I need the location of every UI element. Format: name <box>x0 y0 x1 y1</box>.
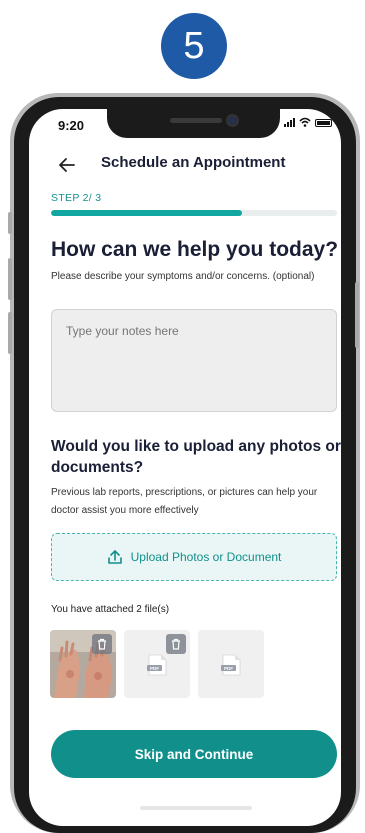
progress-bar <box>51 210 337 216</box>
step-number-badge: 5 <box>161 13 227 79</box>
phone-volume-down <box>8 312 12 354</box>
page-title: Schedule an Appointment <box>101 154 286 171</box>
signal-icon <box>284 117 295 127</box>
delete-attachment-button[interactable] <box>166 634 186 654</box>
phone-side-button <box>8 212 12 234</box>
attachment-pdf[interactable]: PDF <box>124 630 190 698</box>
back-button[interactable] <box>52 150 82 180</box>
home-indicator <box>140 806 252 810</box>
arrow-left-icon <box>59 158 75 172</box>
upload-section-description: Previous lab reports, prescriptions, or … <box>51 487 318 516</box>
upload-button-label: Upload Photos or Document <box>130 550 282 564</box>
skip-and-continue-button[interactable]: Skip and Continue <box>51 730 337 778</box>
progress-bar-fill <box>51 210 242 216</box>
upload-icon <box>107 550 122 564</box>
pdf-label: PDF <box>150 666 159 671</box>
step-indicator: STEP 2/ 3 <box>51 192 102 204</box>
question-description: Please describe your symptoms and/or con… <box>51 271 315 282</box>
phone-notch <box>107 109 280 138</box>
phone-camera <box>228 116 237 125</box>
attached-files-count: You have attached 2 file(s) <box>51 604 170 615</box>
phone-volume-up <box>8 258 12 300</box>
phone-speaker <box>170 118 222 123</box>
attachment-pdf[interactable]: PDF <box>198 630 264 698</box>
trash-icon <box>172 638 180 650</box>
notes-field[interactable] <box>51 309 337 412</box>
status-icons <box>284 117 332 127</box>
phone-power-button <box>355 282 359 348</box>
battery-icon <box>315 119 332 127</box>
question-title: How can we help you today? <box>51 238 339 261</box>
skip-and-continue-label: Skip and Continue <box>134 746 254 762</box>
trash-icon <box>98 638 106 650</box>
pdf-file-icon: PDF <box>147 654 167 676</box>
attachment-photo[interactable] <box>50 630 116 698</box>
upload-button[interactable]: Upload Photos or Document <box>51 533 337 581</box>
delete-attachment-button[interactable] <box>92 634 112 654</box>
upload-section-title: Would you like to upload any photos or d… <box>51 438 341 476</box>
status-time: 9:20 <box>58 118 85 133</box>
pdf-file-icon: PDF <box>221 654 241 676</box>
pdf-label: PDF <box>224 666 233 671</box>
wifi-icon <box>299 117 311 127</box>
